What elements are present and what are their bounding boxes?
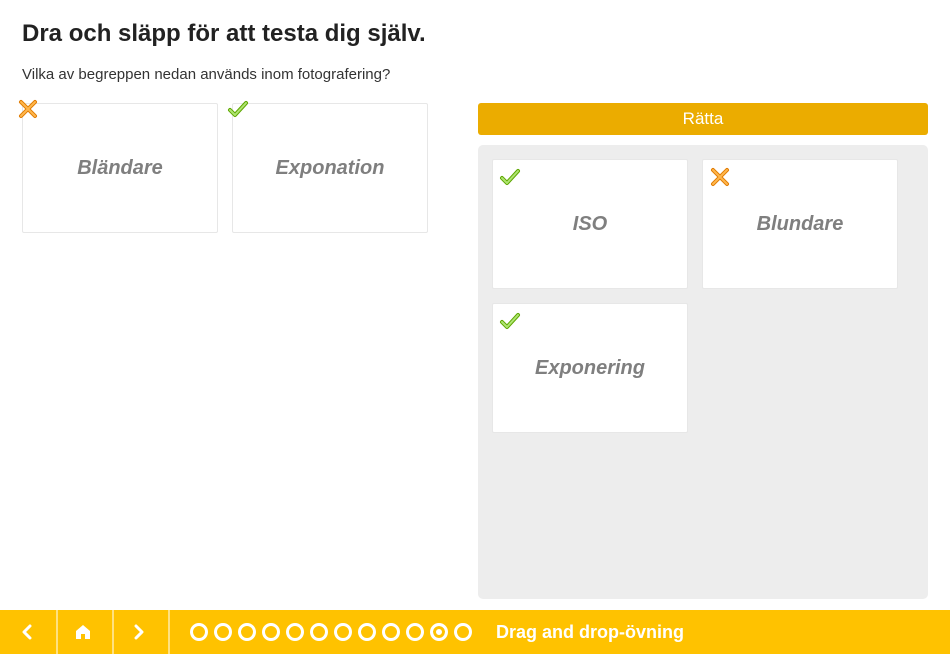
cross-icon: [709, 166, 731, 188]
progress-dot[interactable]: [334, 623, 352, 641]
nav-next-button[interactable]: [118, 614, 160, 650]
card-label: ISO: [573, 213, 607, 236]
question-text: Vilka av begreppen nedan används inom fo…: [22, 66, 928, 83]
nav-home-button[interactable]: [62, 614, 104, 650]
check-icon: [227, 98, 249, 120]
page-title: Dra och släpp för att testa dig själv.: [22, 20, 928, 48]
progress-dot[interactable]: [382, 623, 400, 641]
drop-zone[interactable]: ISO Blundare Exponering: [478, 145, 928, 599]
progress-dot[interactable]: [214, 623, 232, 641]
nav-separator: [112, 610, 114, 654]
card-label: Exponation: [276, 157, 385, 180]
progress-dot[interactable]: [310, 623, 328, 641]
nav-separator: [168, 610, 170, 654]
progress-dot[interactable]: [406, 623, 424, 641]
cross-icon: [17, 98, 39, 120]
progress-dot[interactable]: [262, 623, 280, 641]
draggable-card[interactable]: Blundare: [702, 159, 898, 289]
progress-dot[interactable]: [190, 623, 208, 641]
slide-title: Drag and drop-övning: [496, 622, 684, 643]
draggable-card[interactable]: Bländare: [22, 103, 218, 233]
nav-separator: [56, 610, 58, 654]
bottom-nav-bar: Drag and drop-övning: [0, 610, 950, 654]
draggable-card[interactable]: ISO: [492, 159, 688, 289]
source-card-area: Bländare Exponation: [22, 103, 454, 233]
progress-dot[interactable]: [430, 623, 448, 641]
check-icon: [499, 310, 521, 332]
draggable-card[interactable]: Exponering: [492, 303, 688, 433]
card-label: Bländare: [77, 157, 163, 180]
progress-dot[interactable]: [454, 623, 472, 641]
card-label: Exponering: [535, 357, 645, 380]
progress-indicator: [190, 623, 472, 641]
card-label: Blundare: [757, 213, 844, 236]
progress-dot[interactable]: [238, 623, 256, 641]
draggable-card[interactable]: Exponation: [232, 103, 428, 233]
check-icon: [499, 166, 521, 188]
progress-dot[interactable]: [286, 623, 304, 641]
progress-dot[interactable]: [358, 623, 376, 641]
nav-prev-button[interactable]: [6, 614, 48, 650]
check-button[interactable]: Rätta: [478, 103, 928, 135]
